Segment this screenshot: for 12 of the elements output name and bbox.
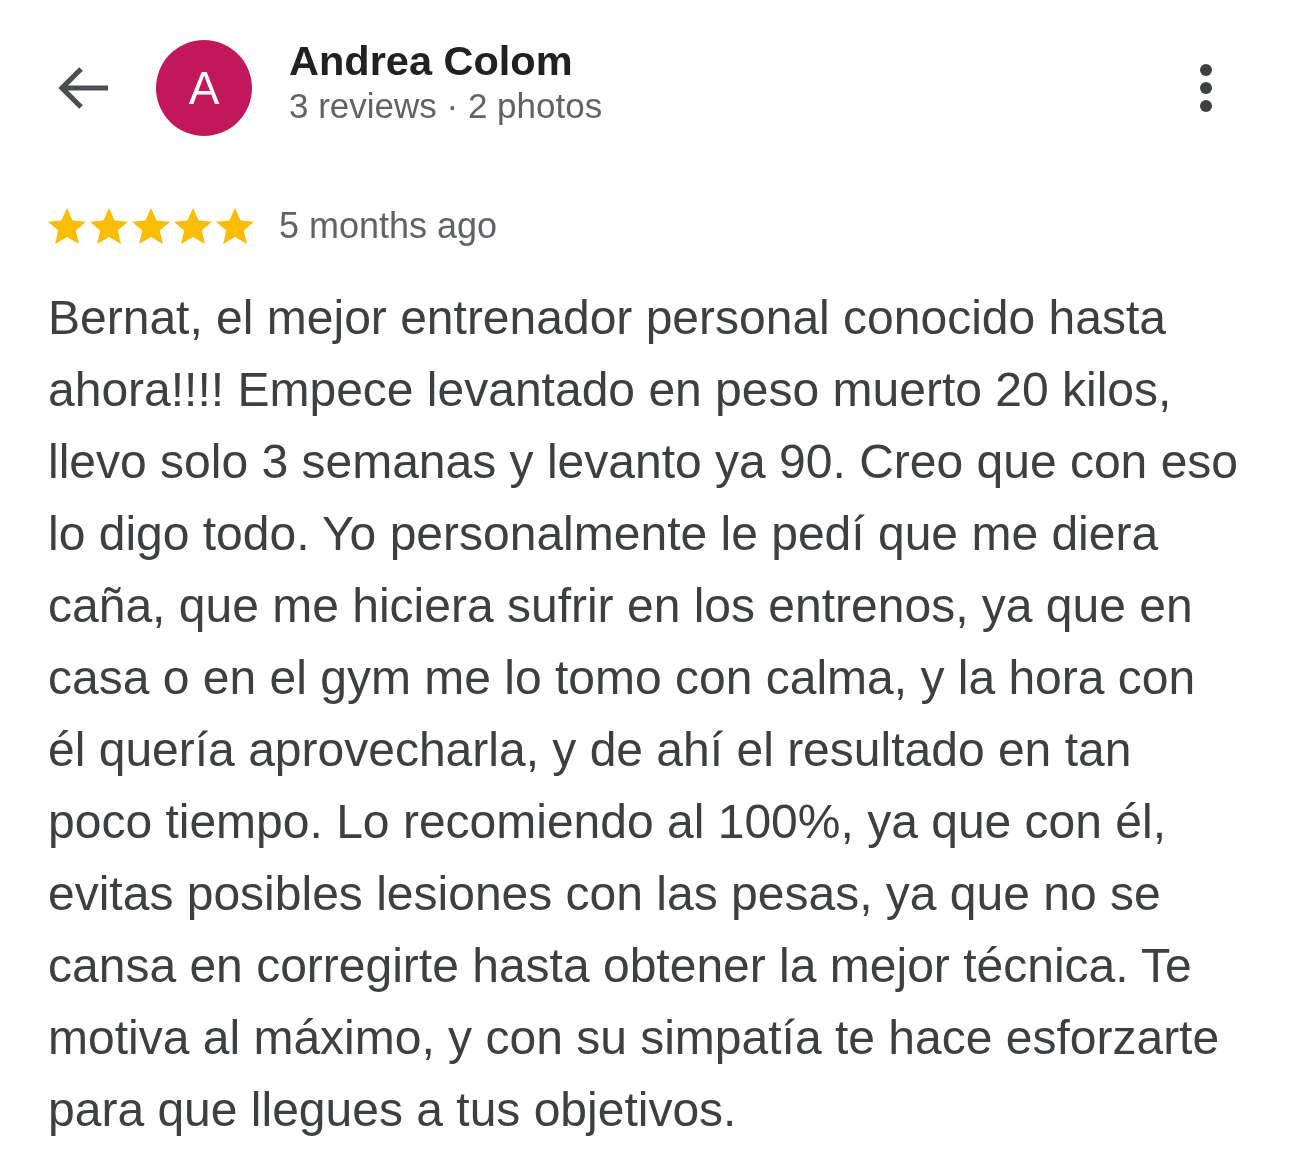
star-icon: [174, 207, 212, 245]
reviewer-name: Andrea Colom: [289, 37, 574, 85]
back-arrow-icon: [58, 66, 110, 110]
star-icon: [48, 207, 86, 245]
star-icon: [90, 207, 128, 245]
more-vertical-icon: [1199, 63, 1213, 113]
reviewer-stats: 3 reviews · 2 photos: [289, 85, 604, 127]
star-icon: [216, 207, 254, 245]
review-text: Bernat, el mejor entrenador personal conocido hasta ahora!!!! Empece levantado en peso muerto 20 kilos, llevo solo 3 semanas y levanto ya 90. Creo que con eso lo digo todo. Yo personalmente le pedí que me diera caña, que me hiciera sufrir en los entrenos, ya que en casa o en el gym me lo tomo con calma, y la hora con él quería aprovecharla, y de ahí el resultado en tan poco tiempo. Lo recomiendo al 100%, ya que con él, evitas posibles lesiones con las pesas, ya que no se cansa en corregirte hasta obtener la mejor técnica. Te motiva al máximo, y con su simpatía te hace esforzarte para que llegues a tus objetivos.: [48, 290, 1240, 1138]
review-time: 5 months ago: [279, 205, 498, 247]
star-icon: [132, 207, 170, 245]
avatar-circle: A: [156, 40, 252, 136]
